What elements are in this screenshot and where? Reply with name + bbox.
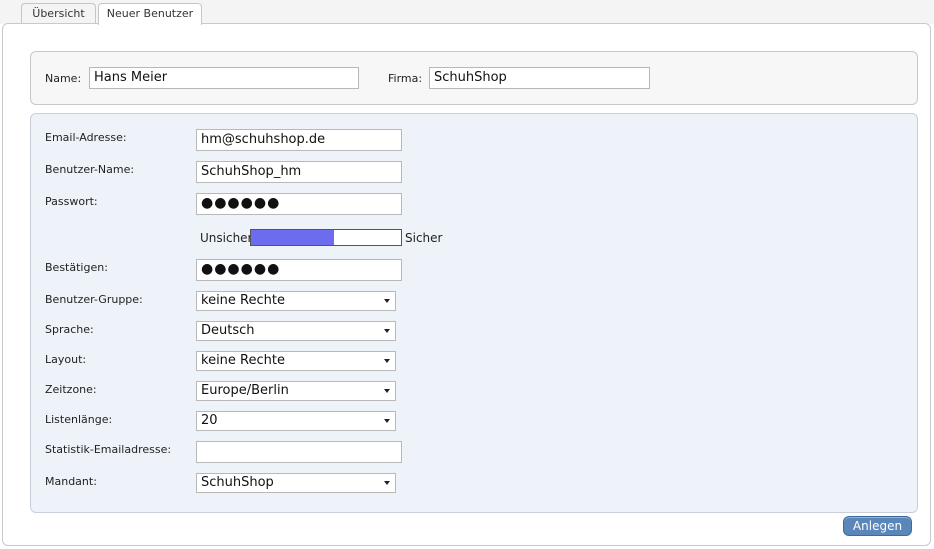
password-label: Passwort: — [45, 195, 98, 208]
layout-label: Layout: — [45, 353, 87, 366]
chevron-down-icon — [384, 299, 390, 303]
username-input[interactable]: SchuhShop_hm — [196, 161, 402, 183]
timezone-select[interactable]: Europe/Berlin — [196, 381, 396, 401]
strength-strong-label: Sicher — [405, 231, 443, 245]
user-form-panel: Email-Adresse: hm@schuhshop.de Benutzer-… — [30, 113, 918, 513]
password-strength-fill — [251, 230, 334, 245]
confirm-label: Bestätigen: — [45, 261, 108, 274]
list-length-label: Listenlänge: — [45, 413, 113, 426]
layout-select[interactable]: keine Rechte — [196, 351, 396, 371]
chevron-down-icon — [384, 329, 390, 333]
password-input[interactable]: ●●●●●● — [196, 193, 402, 215]
stats-email-input[interactable] — [196, 441, 402, 463]
timezone-value: Europe/Berlin — [201, 383, 289, 398]
client-select[interactable]: SchuhShop — [196, 473, 396, 493]
tab-new-user[interactable]: Neuer Benutzer — [98, 3, 202, 25]
username-label: Benutzer-Name: — [45, 163, 135, 176]
name-label: Name: — [45, 72, 82, 85]
stats-email-label: Statistik-Emailadresse: — [45, 443, 172, 456]
client-value: SchuhShop — [201, 475, 274, 490]
email-input[interactable]: hm@schuhshop.de — [196, 129, 402, 151]
password-strength-bar — [250, 229, 402, 246]
layout-value: keine Rechte — [201, 353, 285, 368]
tab-bar: Übersicht Neuer Benutzer — [0, 0, 934, 25]
language-label: Sprache: — [45, 323, 94, 336]
timezone-label: Zeitzone: — [45, 383, 97, 396]
company-label: Firma: — [388, 72, 423, 85]
company-input[interactable]: SchuhShop — [429, 67, 650, 89]
language-select[interactable]: Deutsch — [196, 321, 396, 341]
create-button[interactable]: Anlegen — [843, 516, 912, 536]
user-group-value: keine Rechte — [201, 293, 285, 308]
main-panel: Name: Hans Meier Firma: SchuhShop Email-… — [2, 23, 931, 546]
chevron-down-icon — [384, 481, 390, 485]
user-group-select[interactable]: keine Rechte — [196, 291, 396, 311]
list-length-select[interactable]: 20 — [196, 411, 396, 431]
chevron-down-icon — [384, 419, 390, 423]
strength-weak-label: Unsicher — [200, 231, 253, 245]
user-group-label: Benutzer-Gruppe: — [45, 293, 143, 306]
name-input[interactable]: Hans Meier — [89, 67, 359, 89]
language-value: Deutsch — [201, 323, 255, 338]
email-label: Email-Adresse: — [45, 131, 127, 144]
list-length-value: 20 — [201, 413, 218, 428]
client-label: Mandant: — [45, 475, 97, 488]
name-company-panel: Name: Hans Meier Firma: SchuhShop — [30, 51, 918, 105]
confirm-password-input[interactable]: ●●●●●● — [196, 259, 402, 281]
tab-overview[interactable]: Übersicht — [21, 3, 96, 24]
chevron-down-icon — [384, 359, 390, 363]
chevron-down-icon — [384, 389, 390, 393]
